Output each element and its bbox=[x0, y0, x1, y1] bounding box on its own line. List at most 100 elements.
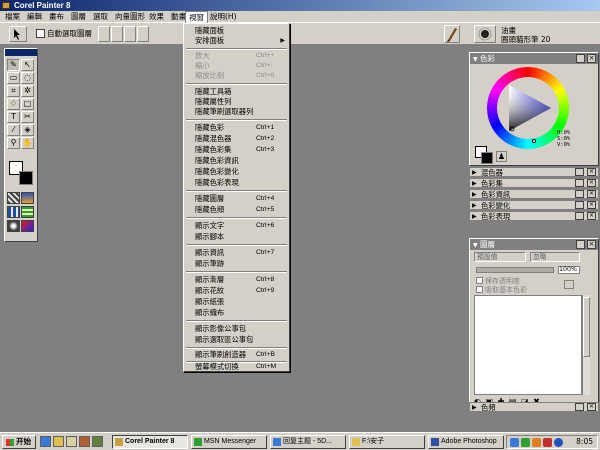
color-expression-panel-row[interactable]: ▶ 色彩表現 × bbox=[469, 211, 599, 221]
expand-triangle-icon[interactable]: ▶ bbox=[472, 201, 477, 210]
clock[interactable]: 8:05 bbox=[576, 436, 593, 448]
close-icon[interactable]: × bbox=[587, 168, 596, 176]
menu-item-screen-mode-toggle[interactable]: 螢幕模式切換 Ctrl+M bbox=[184, 362, 289, 372]
close-icon[interactable]: × bbox=[587, 212, 596, 220]
additional-color-swatch[interactable] bbox=[19, 171, 33, 185]
opacity-value[interactable]: 100% bbox=[558, 266, 580, 274]
rectangle-shape-icon[interactable]: □ bbox=[21, 98, 34, 110]
close-icon[interactable]: × bbox=[587, 201, 596, 209]
color-panel-additional-swatch[interactable] bbox=[481, 152, 493, 164]
expand-triangle-icon[interactable]: ▶ bbox=[472, 168, 477, 177]
text-tool-icon[interactable]: T bbox=[7, 111, 20, 123]
panel-menu-icon[interactable] bbox=[575, 179, 584, 187]
menu-layers[interactable]: 圖層 bbox=[68, 11, 89, 23]
close-icon[interactable]: × bbox=[587, 179, 596, 187]
look-selector-icon[interactable] bbox=[7, 220, 20, 232]
menu-canvas[interactable]: 畫布 bbox=[46, 11, 67, 23]
auto-select-layer-checkbox[interactable] bbox=[36, 29, 45, 38]
collapse-triangle-icon[interactable]: ▼ bbox=[473, 54, 478, 65]
menu-item-arrange-palettes[interactable]: 安排面板 ▶ bbox=[184, 36, 289, 46]
lasso-icon[interactable]: ◌ bbox=[21, 72, 34, 84]
gradient-selector-icon[interactable] bbox=[21, 192, 34, 204]
quicklaunch-app-icon[interactable] bbox=[92, 436, 103, 447]
menu-item-hide-mixer[interactable]: 隱藏混色器 Ctrl+2 bbox=[184, 134, 289, 144]
close-icon[interactable]: × bbox=[587, 190, 596, 198]
layer-options-icon[interactable] bbox=[564, 280, 574, 289]
color-sets-panel-row[interactable]: ▶ 色彩集 × bbox=[469, 178, 599, 188]
layer-order-front-icon[interactable] bbox=[98, 26, 110, 42]
paint-bucket-icon[interactable]: ◈ bbox=[21, 124, 34, 136]
menu-item-hide-color-expression[interactable]: 隱藏色彩表現 bbox=[184, 178, 289, 188]
brush-variant-dab-icon[interactable] bbox=[474, 25, 496, 43]
color-panel-titlebar[interactable]: ▼ 色彩 × bbox=[470, 53, 598, 64]
layers-panel-titlebar[interactable]: ▼ 圖層 × bbox=[470, 239, 598, 250]
menu-shapes[interactable]: 向量圖形 bbox=[112, 11, 148, 23]
task-adobe-photoshop[interactable]: Adobe Photoshop bbox=[428, 435, 504, 449]
menu-item-show-text[interactable]: 顯示文字 Ctrl+6 bbox=[184, 221, 289, 231]
task-reply-topic[interactable]: 回复主题 - 5D... bbox=[270, 435, 346, 449]
preserve-transparency-checkbox[interactable] bbox=[476, 277, 483, 284]
start-button[interactable]: 开始 bbox=[2, 435, 36, 449]
menu-item-hide-color-variability[interactable]: 隱藏色彩變化 bbox=[184, 167, 289, 177]
menu-select[interactable]: 選取 bbox=[90, 11, 111, 23]
quicklaunch-outlook-icon[interactable] bbox=[53, 436, 64, 447]
expand-triangle-icon[interactable]: ▶ bbox=[472, 212, 477, 221]
layer-order-forward-icon[interactable] bbox=[111, 26, 123, 42]
expand-triangle-icon[interactable]: ▶ bbox=[472, 403, 477, 412]
tray-volume-icon[interactable] bbox=[532, 438, 541, 447]
menu-item-show-image-portfolio[interactable]: 顯示影像公事包 bbox=[184, 324, 289, 334]
weave-selector-icon[interactable] bbox=[21, 206, 34, 218]
menu-item-hide-color-sets[interactable]: 隱藏色彩集 Ctrl+3 bbox=[184, 145, 289, 155]
crop-icon[interactable]: ⌗ bbox=[7, 85, 20, 97]
task-corel-painter[interactable]: Corel Painter 8 bbox=[112, 435, 188, 449]
layer-list[interactable] bbox=[474, 295, 582, 395]
close-icon[interactable]: × bbox=[587, 403, 596, 411]
hue-marker[interactable] bbox=[532, 139, 536, 143]
menu-item-hide-property-bar[interactable]: 隱藏屬性列 bbox=[184, 97, 289, 107]
task-msn-messenger[interactable]: MSN Messenger bbox=[191, 435, 267, 449]
menu-item-hide-color-info[interactable]: 隱藏色彩資訊 bbox=[184, 156, 289, 166]
opacity-slider[interactable] bbox=[476, 267, 554, 273]
quicklaunch-media-icon[interactable] bbox=[79, 436, 90, 447]
menu-help[interactable]: 說明(H) bbox=[207, 11, 240, 23]
panel-menu-icon[interactable] bbox=[576, 54, 585, 63]
panel-menu-icon[interactable] bbox=[575, 190, 584, 198]
layer-list-scrollbar[interactable] bbox=[582, 295, 590, 395]
layer-adjuster-icon[interactable]: ↖ bbox=[21, 59, 34, 71]
color-info-panel-row[interactable]: ▶ 色彩資訊 × bbox=[469, 189, 599, 199]
rect-select-icon[interactable]: ▭ bbox=[7, 72, 20, 84]
menu-file[interactable]: 檔案 bbox=[2, 11, 23, 23]
composite-method-select[interactable]: 預設值 bbox=[474, 252, 526, 262]
pick-up-underlying-checkbox[interactable] bbox=[476, 286, 483, 293]
panel-menu-icon[interactable] bbox=[576, 240, 585, 249]
magic-wand-icon[interactable]: ✲ bbox=[21, 85, 34, 97]
menu-item-hide-colors[interactable]: 隱藏色彩 Ctrl+1 bbox=[184, 123, 289, 133]
scrollbar-thumb[interactable] bbox=[583, 297, 590, 357]
toolbox-titlebar[interactable] bbox=[5, 49, 37, 56]
menu-item-hide-layers[interactable]: 隱藏圖層 Ctrl+4 bbox=[184, 194, 289, 204]
brush-tool-icon[interactable]: ✎ bbox=[7, 59, 20, 71]
menu-item-show-brush-creator[interactable]: 顯示筆刷創造器 Ctrl+B bbox=[184, 350, 289, 360]
scissors-icon[interactable]: ✂ bbox=[21, 111, 34, 123]
menu-item-show-scripts[interactable]: 顯示腳本 bbox=[184, 232, 289, 242]
paper-selector-icon[interactable] bbox=[7, 192, 20, 204]
eyedropper-icon[interactable]: ⁄ bbox=[7, 124, 20, 136]
menu-item-show-papers[interactable]: 顯示紙張 bbox=[184, 297, 289, 307]
brush-variant-name[interactable]: 圓頭貓形筆 20 bbox=[501, 34, 550, 45]
panel-menu-icon[interactable] bbox=[575, 168, 584, 176]
menu-item-show-gradients[interactable]: 顯示漸層 Ctrl+8 bbox=[184, 275, 289, 285]
collapse-triangle-icon[interactable]: ▼ bbox=[473, 240, 478, 251]
menu-item-hide-channels[interactable]: 隱藏色頻 Ctrl+5 bbox=[184, 205, 289, 215]
close-icon[interactable]: × bbox=[587, 240, 596, 249]
close-icon[interactable]: × bbox=[587, 54, 596, 63]
tray-help-icon[interactable] bbox=[554, 438, 563, 447]
expand-triangle-icon[interactable]: ▶ bbox=[472, 190, 477, 199]
channels-panel-row[interactable]: ▶ 色頻 × bbox=[469, 402, 599, 412]
panel-menu-icon[interactable] bbox=[575, 201, 584, 209]
panel-menu-icon[interactable] bbox=[575, 403, 584, 411]
grabber-hand-icon[interactable]: ✋ bbox=[21, 137, 34, 149]
color-variability-panel-row[interactable]: ▶ 色彩變化 × bbox=[469, 200, 599, 210]
pattern-selector-icon[interactable] bbox=[7, 206, 20, 218]
pen-tool-icon[interactable]: ♢ bbox=[7, 98, 20, 110]
layer-order-backward-icon[interactable] bbox=[124, 26, 136, 42]
